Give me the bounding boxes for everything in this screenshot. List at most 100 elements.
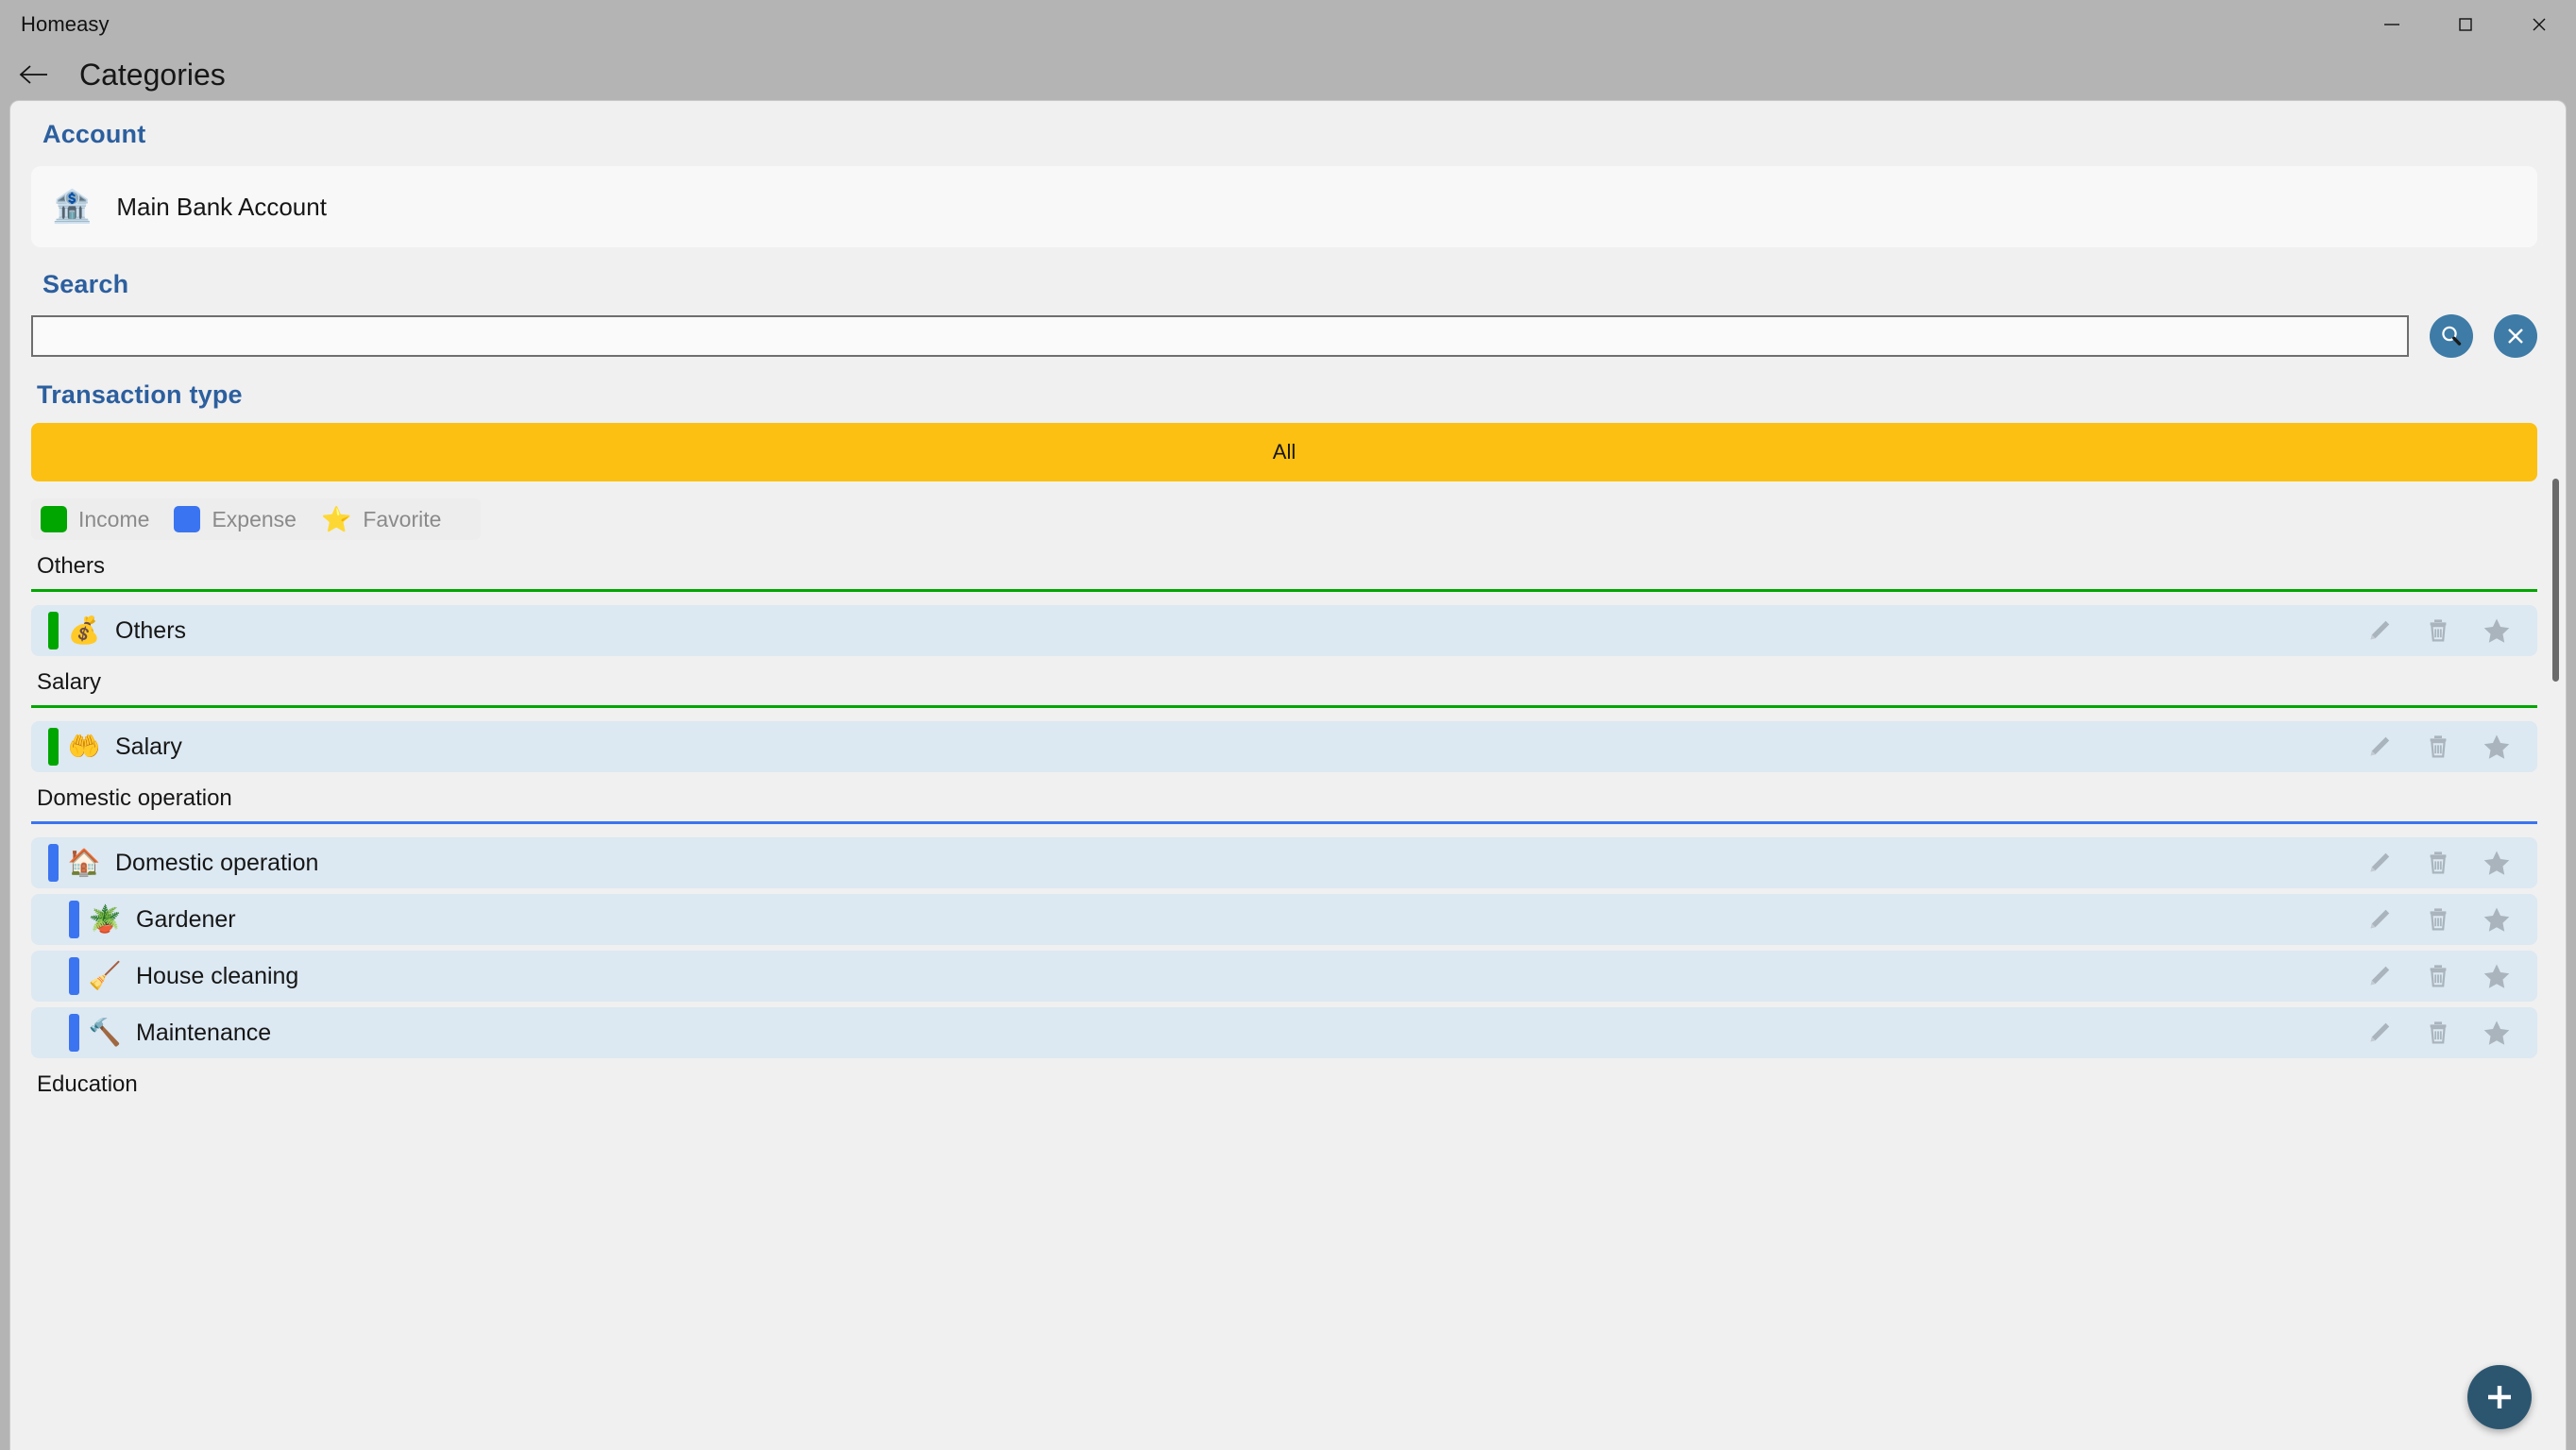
transaction-type-label: Transaction type xyxy=(37,380,243,409)
app-window: Homeasy Categories Account 🏦 Main Bank A… xyxy=(0,0,2576,1450)
minimize-icon xyxy=(2384,24,2399,25)
pencil-icon xyxy=(2370,909,2390,929)
plus-icon xyxy=(2488,1386,2511,1408)
house-icon: 🏠 xyxy=(67,848,101,877)
delete-button[interactable] xyxy=(2422,1017,2454,1049)
table-row[interactable]: 🏠 Domestic operation xyxy=(31,837,2537,888)
favorite-button[interactable] xyxy=(2481,847,2513,879)
group-rows: 🏠 Domestic operation 🪴 Gardener 🧹 House … xyxy=(31,837,2537,1058)
edit-button[interactable] xyxy=(2364,847,2396,879)
table-row[interactable]: 🔨 Maintenance xyxy=(31,1007,2537,1058)
back-button[interactable] xyxy=(13,54,55,95)
group-title: Domestic operation xyxy=(37,785,232,811)
legend-label-income: Income xyxy=(78,506,150,531)
favorite-button[interactable] xyxy=(2481,1017,2513,1049)
group-rows: 💰 Others xyxy=(31,605,2537,656)
edit-button[interactable] xyxy=(2364,960,2396,992)
legend-label-favorite: Favorite xyxy=(363,506,442,531)
favorite-button[interactable] xyxy=(2481,903,2513,936)
maximize-button[interactable] xyxy=(2429,0,2502,49)
scrollbar-track[interactable] xyxy=(2551,101,2560,1450)
row-type-bar xyxy=(48,844,59,882)
search-button[interactable] xyxy=(2430,314,2473,358)
legend: Income Expense ⭐ Favorite xyxy=(31,498,481,540)
category-name: Others xyxy=(115,616,187,644)
search-row xyxy=(31,314,2537,358)
add-category-button[interactable] xyxy=(2467,1365,2532,1429)
star-icon: ⭐ xyxy=(320,505,352,533)
category-name: Salary xyxy=(115,733,182,760)
close-button[interactable] xyxy=(2502,0,2576,49)
close-icon xyxy=(2533,18,2546,31)
table-row[interactable]: 💰 Others xyxy=(31,605,2537,656)
pencil-icon xyxy=(2370,1022,2390,1042)
delete-button[interactable] xyxy=(2422,731,2454,763)
group-title: Others xyxy=(37,553,106,579)
category-group-education: Education xyxy=(31,1071,2537,1107)
row-actions xyxy=(2364,960,2537,992)
minimize-button[interactable] xyxy=(2355,0,2429,49)
search-input[interactable] xyxy=(31,315,2409,357)
page-header: Categories xyxy=(0,49,2576,100)
delete-button[interactable] xyxy=(2422,960,2454,992)
favorite-button[interactable] xyxy=(2481,960,2513,992)
group-title: Salary xyxy=(37,669,102,695)
money-bag-icon: 💰 xyxy=(67,615,101,645)
star-icon xyxy=(2483,964,2510,988)
row-actions xyxy=(2364,615,2537,647)
delete-button[interactable] xyxy=(2422,903,2454,936)
category-group-salary: Salary 🤲 Salary xyxy=(31,669,2537,772)
maximize-icon xyxy=(2459,18,2472,31)
table-row[interactable]: 🤲 Salary xyxy=(31,721,2537,772)
legend-item-expense: Expense xyxy=(174,506,297,532)
transaction-type-select[interactable]: All xyxy=(31,423,2537,481)
row-type-bar xyxy=(48,728,59,766)
trash-icon xyxy=(2430,851,2447,874)
delete-button[interactable] xyxy=(2422,847,2454,879)
category-group-domestic-operation: Domestic operation 🏠 Domestic operation xyxy=(31,785,2537,1058)
star-icon xyxy=(2483,851,2510,875)
window-controls xyxy=(2355,0,2576,49)
group-rule xyxy=(31,705,2537,708)
search-icon xyxy=(2442,326,2462,346)
scroll-area[interactable]: Account 🏦 Main Bank Account Search Trans… xyxy=(10,101,2566,1450)
favorite-button[interactable] xyxy=(2481,731,2513,763)
account-name: Main Bank Account xyxy=(116,192,327,221)
row-actions xyxy=(2364,731,2537,763)
pencil-icon xyxy=(2370,620,2390,640)
edit-button[interactable] xyxy=(2364,1017,2396,1049)
account-card[interactable]: 🏦 Main Bank Account xyxy=(31,166,2537,247)
account-section-label: Account xyxy=(42,120,146,148)
title-bar: Homeasy xyxy=(0,0,2576,49)
edit-button[interactable] xyxy=(2364,731,2396,763)
table-row[interactable]: 🪴 Gardener xyxy=(31,894,2537,945)
edit-button[interactable] xyxy=(2364,615,2396,647)
row-type-bar xyxy=(69,1014,79,1052)
scrollbar-thumb[interactable] xyxy=(2552,479,2559,682)
category-name: Maintenance xyxy=(136,1019,272,1046)
category-name: Gardener xyxy=(136,905,236,933)
close-circle-icon xyxy=(2508,329,2523,344)
legend-item-income: Income xyxy=(41,506,149,532)
table-row[interactable]: 🧹 House cleaning xyxy=(31,951,2537,1002)
legend-label-expense: Expense xyxy=(212,506,297,531)
transaction-type-value: All xyxy=(1272,440,1296,464)
category-group-others: Others 💰 Others xyxy=(31,553,2537,656)
pencil-icon xyxy=(2370,966,2390,986)
income-color-swatch xyxy=(41,506,67,532)
row-actions xyxy=(2364,847,2537,879)
row-actions xyxy=(2364,903,2537,936)
broom-icon: 🧹 xyxy=(88,961,122,990)
favorite-button[interactable] xyxy=(2481,615,2513,647)
clear-search-button[interactable] xyxy=(2494,314,2537,358)
group-rule xyxy=(31,821,2537,824)
app-title: Homeasy xyxy=(21,12,110,36)
edit-button[interactable] xyxy=(2364,903,2396,936)
garden-tool-icon: 🪴 xyxy=(88,904,122,934)
pencil-icon xyxy=(2370,852,2390,872)
row-actions xyxy=(2364,1017,2537,1049)
hand-with-money-icon: 🤲 xyxy=(67,732,101,761)
trash-icon xyxy=(2430,1021,2447,1044)
delete-button[interactable] xyxy=(2422,615,2454,647)
legend-item-favorite: ⭐ Favorite xyxy=(321,507,441,532)
